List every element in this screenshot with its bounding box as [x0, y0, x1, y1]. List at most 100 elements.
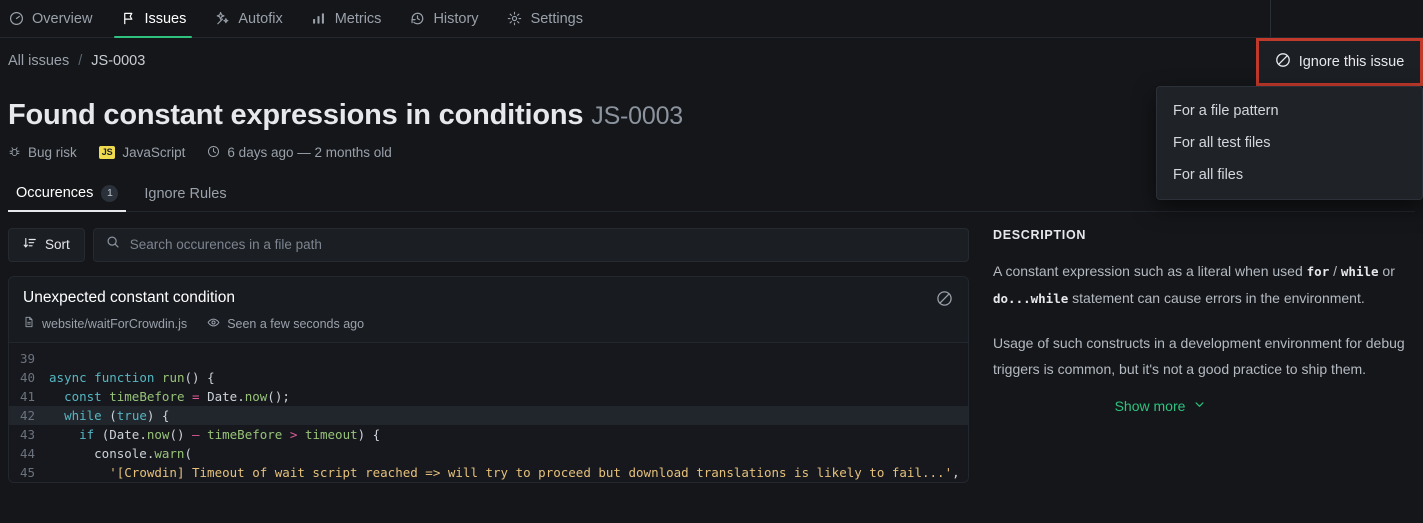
tab-ignore-rules-label: Ignore Rules	[144, 185, 227, 202]
code-line-number: 42	[19, 407, 35, 423]
ignore-dropdown-menu: For a file pattern For all test files Fo…	[1156, 86, 1423, 200]
occurences-count-badge: 1	[101, 184, 119, 202]
occurrence-file[interactable]: website/waitForCrowdin.js	[23, 316, 187, 331]
issue-age: 6 days ago — 2 months old	[207, 145, 392, 161]
ignore-this-issue-button[interactable]: Ignore this issue	[1256, 38, 1423, 86]
nav-divider	[1270, 0, 1271, 37]
desc-p1-c: or	[1378, 262, 1395, 279]
code-line: 45 '[Crowdin] Timeout of wait script rea…	[9, 463, 968, 482]
show-more-label: Show more	[1114, 397, 1186, 414]
gear-icon	[507, 11, 523, 27]
occurrence-seen-label: Seen a few seconds ago	[227, 316, 365, 331]
code-line: 43 if (Date.now() — timeBefore > timeout…	[9, 425, 968, 444]
bug-icon	[8, 145, 21, 161]
desc-code-dowhile: do...while	[993, 290, 1069, 306]
nav-tab-label: Overview	[32, 10, 93, 27]
search-input[interactable]	[129, 237, 956, 253]
chevron-down-icon	[1193, 398, 1206, 414]
occurrence-card: Unexpected constant condition website/wa…	[8, 275, 969, 483]
code-line-number: 41	[19, 388, 35, 404]
menu-item-all-test-files[interactable]: For all test files	[1157, 127, 1422, 159]
search-occurrences-box[interactable]	[92, 227, 969, 262]
occurrence-seen: Seen a few seconds ago	[207, 316, 364, 332]
occurrence-file-path: website/waitForCrowdin.js	[42, 316, 188, 331]
description-body: A constant expression such as a literal …	[993, 258, 1423, 382]
desc-code-for: for	[1306, 263, 1330, 279]
breadcrumb-separator: /	[78, 53, 83, 69]
nav-tab-metrics[interactable]: Metrics	[297, 0, 396, 37]
description-panel: DESCRIPTION A constant expression such a…	[977, 228, 1423, 483]
show-more-button[interactable]: Show more	[993, 398, 1328, 414]
issue-age-label: 6 days ago — 2 months old	[227, 145, 392, 161]
code-line-number: 44	[19, 445, 35, 461]
nav-tab-label: Metrics	[334, 10, 382, 27]
occurrences-column: Sort Unexpected constant condition	[0, 227, 977, 483]
issue-language: JS JavaScript	[98, 145, 186, 161]
sparkle-icon	[214, 11, 230, 27]
issue-title-text: Found constant expressions in conditions	[8, 99, 584, 131]
sort-button[interactable]: Sort	[8, 227, 85, 262]
desc-p1-d: statement can cause errors in the enviro…	[1068, 289, 1365, 306]
code-line-number: 43	[19, 426, 35, 442]
code-line: 42 while (true) {	[9, 405, 968, 425]
issue-detail-page: Overview Issues Autofix Metrics History …	[0, 0, 1423, 523]
nav-tab-autofix[interactable]: Autofix	[200, 0, 296, 37]
issue-code: JS-0003	[591, 102, 683, 130]
content-split: Sort Unexpected constant condition	[0, 212, 1423, 483]
breadcrumb: All issues / JS-0003	[0, 38, 1423, 84]
nav-tab-label: History	[433, 10, 479, 27]
desc-p1-a: A constant expression such as a literal …	[993, 262, 1307, 279]
description-paragraph-2: Usage of such constructs in a developmen…	[993, 334, 1405, 377]
breadcrumb-all-issues[interactable]: All issues	[8, 53, 69, 69]
breadcrumb-current: JS-0003	[91, 53, 146, 69]
eye-icon	[207, 316, 220, 332]
occurrences-toolbar: Sort	[8, 227, 969, 262]
gauge-icon	[8, 11, 24, 27]
nav-tab-settings[interactable]: Settings	[493, 0, 597, 37]
code-line: 39	[9, 349, 968, 368]
issue-category: Bug risk	[8, 145, 77, 161]
occurrence-meta: website/waitForCrowdin.js Seen a few sec…	[23, 316, 954, 332]
code-line-text: const timeBefore = Date.now();	[64, 388, 290, 404]
bar-chart-icon	[311, 11, 327, 27]
nav-tab-label: Issues	[144, 10, 187, 27]
tab-ignore-rules[interactable]: Ignore Rules	[136, 180, 234, 211]
code-line: 40 async function run() {	[9, 368, 968, 387]
code-line-text: while (true) {	[64, 407, 170, 423]
menu-item-file-pattern[interactable]: For a file pattern	[1157, 95, 1422, 127]
code-snippet: 39 40 async function run() { 41 const timeB…	[9, 341, 968, 482]
primary-nav: Overview Issues Autofix Metrics History …	[0, 0, 1423, 38]
nav-tab-label: Autofix	[238, 10, 283, 27]
occurrence-ignore-icon[interactable]	[934, 289, 954, 309]
desc-p1-b: /	[1329, 262, 1341, 279]
occurrence-header: Unexpected constant condition website/wa…	[9, 277, 968, 342]
code-line-number: 45	[19, 464, 35, 480]
menu-item-all-files[interactable]: For all files	[1157, 159, 1422, 191]
code-line-text: '[Crowdin] Timeout of wait script reache…	[109, 464, 960, 480]
desc-code-while: while	[1340, 263, 1379, 279]
description-paragraph-1: A constant expression such as a literal …	[993, 258, 1423, 312]
nav-tab-history[interactable]: History	[395, 0, 492, 37]
nav-tab-overview[interactable]: Overview	[0, 0, 106, 37]
issue-language-label: JavaScript	[122, 145, 186, 161]
code-line-number: 40	[19, 369, 35, 385]
tab-occurences-label: Occurences	[16, 185, 94, 202]
nav-tab-issues[interactable]: Issues	[106, 0, 200, 38]
ban-icon	[1275, 52, 1291, 73]
code-line: 41 const timeBefore = Date.now();	[9, 387, 968, 406]
issue-category-label: Bug risk	[28, 145, 77, 161]
sort-button-label: Sort	[45, 237, 70, 253]
tab-occurences[interactable]: Occurences 1	[8, 179, 127, 212]
code-line-text: if (Date.now() — timeBefore > timeout) {	[79, 426, 381, 442]
code-line-text: console.warn(	[49, 445, 192, 461]
search-icon	[106, 235, 120, 254]
file-icon	[23, 316, 35, 331]
history-icon	[409, 11, 425, 27]
description-heading: DESCRIPTION	[993, 227, 1087, 242]
code-line-text: async function run() {	[49, 369, 215, 385]
sort-desc-icon	[23, 236, 37, 253]
occurrence-title: Unexpected constant condition	[23, 288, 235, 306]
code-line-number: 39	[19, 350, 35, 366]
ignore-button-label: Ignore this issue	[1298, 54, 1405, 70]
code-line: 44 console.warn(	[9, 444, 968, 463]
